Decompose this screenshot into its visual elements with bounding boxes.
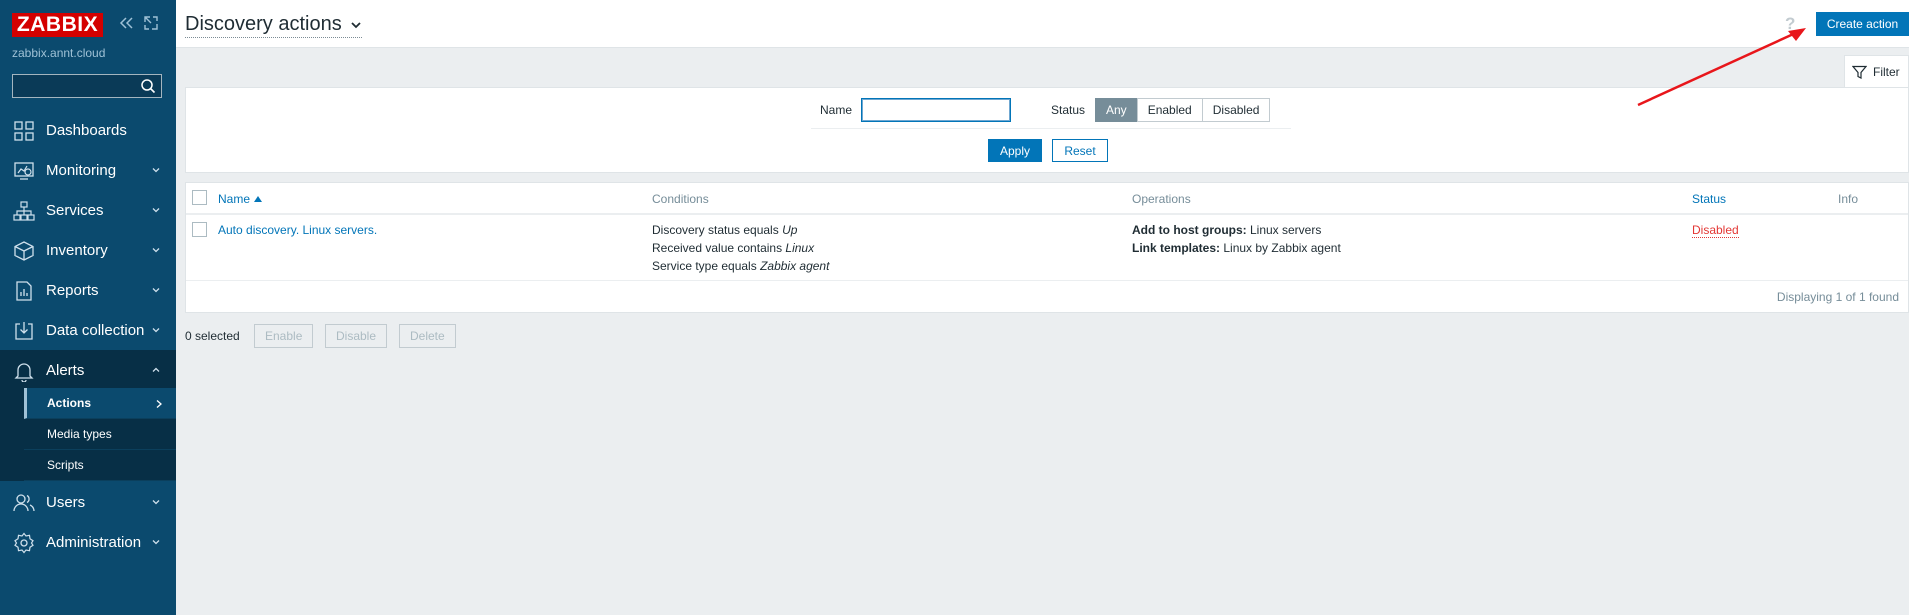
status-option-any[interactable]: Any bbox=[1095, 98, 1138, 122]
reset-button[interactable]: Reset bbox=[1052, 139, 1108, 162]
kiosk-mode-icon[interactable] bbox=[142, 14, 160, 32]
inventory-icon bbox=[14, 241, 34, 261]
chevron-down-icon bbox=[152, 208, 160, 213]
header-separator bbox=[186, 213, 1908, 215]
submenu-media-types-label: Media types bbox=[47, 427, 112, 441]
chevron-down-icon bbox=[152, 248, 160, 253]
server-name: zabbix.annt.cloud bbox=[12, 46, 106, 60]
column-header-info: Info bbox=[1838, 192, 1859, 206]
status-cell: Disabled bbox=[1692, 221, 1739, 239]
column-header-status[interactable]: Status bbox=[1692, 192, 1726, 206]
operation-line: Link templates: Linux by Zabbix agent bbox=[1132, 241, 1341, 255]
submenu-actions-label: Actions bbox=[47, 396, 92, 410]
sidebar: ZABBIX zabbix.annt.cloud Dashboards Moni… bbox=[0, 0, 176, 615]
delete-button[interactable]: Delete bbox=[399, 324, 456, 348]
actions-table: Name Conditions Operations Status Info A… bbox=[185, 182, 1909, 313]
alerts-icon bbox=[14, 363, 34, 382]
nav-inventory-label: Inventory bbox=[46, 241, 108, 259]
nav-reports-label: Reports bbox=[46, 281, 99, 299]
chevron-up-icon bbox=[152, 367, 160, 372]
nav-inventory[interactable]: Inventory bbox=[0, 230, 176, 270]
data-collection-icon bbox=[15, 322, 33, 340]
chevron-down-icon bbox=[152, 540, 160, 545]
search-icon[interactable] bbox=[140, 78, 156, 94]
submenu-media-types[interactable]: Media types bbox=[24, 419, 176, 450]
sort-ascending-icon bbox=[254, 196, 263, 202]
operations-cell: Add to host groups: Linux servers Link t… bbox=[1132, 221, 1341, 257]
column-header-name[interactable]: Name bbox=[218, 192, 263, 206]
chevron-down-icon bbox=[152, 168, 160, 173]
nav-users[interactable]: Users bbox=[0, 482, 176, 522]
nav-administration-label: Administration bbox=[46, 533, 142, 551]
nav-monitoring-label: Monitoring bbox=[46, 161, 117, 179]
create-action-button[interactable]: Create action bbox=[1816, 12, 1909, 36]
action-name-cell: Auto discovery. Linux servers. bbox=[218, 221, 377, 239]
row-checkbox[interactable] bbox=[192, 222, 207, 237]
nav-alerts[interactable]: Alerts bbox=[0, 350, 176, 390]
nav-services[interactable]: Services bbox=[0, 190, 176, 230]
page-title-dropdown[interactable]: Discovery actions bbox=[185, 13, 362, 38]
nav-reports[interactable]: Reports bbox=[0, 270, 176, 310]
chevron-down-icon bbox=[152, 328, 160, 333]
nav-users-label: Users bbox=[46, 493, 86, 511]
services-icon bbox=[13, 201, 35, 221]
enable-button[interactable]: Enable bbox=[254, 324, 314, 348]
nav-services-label: Services bbox=[46, 201, 104, 219]
status-toggle-link[interactable]: Disabled bbox=[1692, 223, 1739, 238]
nav-dashboards-label: Dashboards bbox=[46, 121, 127, 139]
filter-icon bbox=[1852, 65, 1867, 79]
condition-line: Received value contains Linux bbox=[652, 241, 815, 255]
nav-data-collection-label: Data collection bbox=[46, 321, 145, 339]
condition-line: Service type equals Zabbix agent bbox=[652, 259, 830, 273]
chevron-down-icon bbox=[152, 288, 160, 293]
submenu-scripts[interactable]: Scripts bbox=[24, 450, 176, 481]
annotation-arrow bbox=[1637, 28, 1806, 107]
filter-tab-label: Filter bbox=[1873, 65, 1900, 79]
apply-button[interactable]: Apply bbox=[988, 139, 1042, 162]
status-filter-label: Status bbox=[1051, 103, 1086, 117]
select-all-checkbox[interactable] bbox=[192, 190, 207, 205]
sidebar-search-box bbox=[12, 74, 162, 98]
nav-alerts-label: Alerts bbox=[46, 361, 85, 379]
name-filter-input[interactable] bbox=[861, 98, 1011, 122]
disable-button[interactable]: Disable bbox=[325, 324, 388, 348]
filter-tab[interactable]: Filter bbox=[1844, 55, 1909, 88]
nav-data-collection[interactable]: Data collection bbox=[0, 310, 176, 350]
monitoring-icon bbox=[14, 162, 34, 180]
status-option-enabled[interactable]: Enabled bbox=[1136, 98, 1203, 122]
chevron-down-icon bbox=[351, 21, 361, 28]
operation-line: Add to host groups: Linux servers bbox=[1132, 223, 1322, 237]
column-header-conditions: Conditions bbox=[652, 192, 709, 206]
selected-count: 0 selected bbox=[185, 329, 240, 343]
chevron-down-icon bbox=[152, 500, 160, 505]
reports-icon bbox=[16, 281, 32, 301]
dashboards-icon bbox=[14, 121, 34, 141]
zabbix-logo[interactable]: ZABBIX bbox=[12, 13, 103, 37]
nav-monitoring[interactable]: Monitoring bbox=[0, 150, 176, 190]
collapse-sidebar-icon[interactable] bbox=[117, 14, 135, 32]
status-option-disabled[interactable]: Disabled bbox=[1201, 98, 1271, 122]
nav-administration[interactable]: Administration bbox=[0, 522, 176, 562]
status-radio-group: Any Enabled Disabled bbox=[1095, 98, 1271, 122]
administration-icon bbox=[14, 532, 34, 554]
column-header-operations: Operations bbox=[1132, 192, 1191, 206]
alerts-submenu: Actions Media types Scripts bbox=[0, 388, 176, 481]
row-separator bbox=[186, 280, 1908, 281]
submenu-actions[interactable]: Actions bbox=[24, 388, 176, 419]
condition-line: Discovery status equals Up bbox=[652, 223, 798, 237]
users-icon bbox=[13, 494, 35, 512]
sidebar-search-input[interactable] bbox=[13, 75, 135, 97]
page-title: Discovery actions bbox=[185, 13, 342, 35]
displaying-count: Displaying 1 of 1 found bbox=[1776, 290, 1899, 304]
filter-divider bbox=[811, 128, 1291, 129]
name-filter-label: Name bbox=[820, 103, 853, 117]
conditions-cell: Discovery status equals Up Received valu… bbox=[652, 221, 829, 275]
nav-dashboards[interactable]: Dashboards bbox=[0, 110, 176, 150]
submenu-scripts-label: Scripts bbox=[47, 458, 84, 472]
chevron-right-icon bbox=[156, 400, 162, 408]
action-name-link[interactable]: Auto discovery. Linux servers. bbox=[218, 223, 377, 237]
